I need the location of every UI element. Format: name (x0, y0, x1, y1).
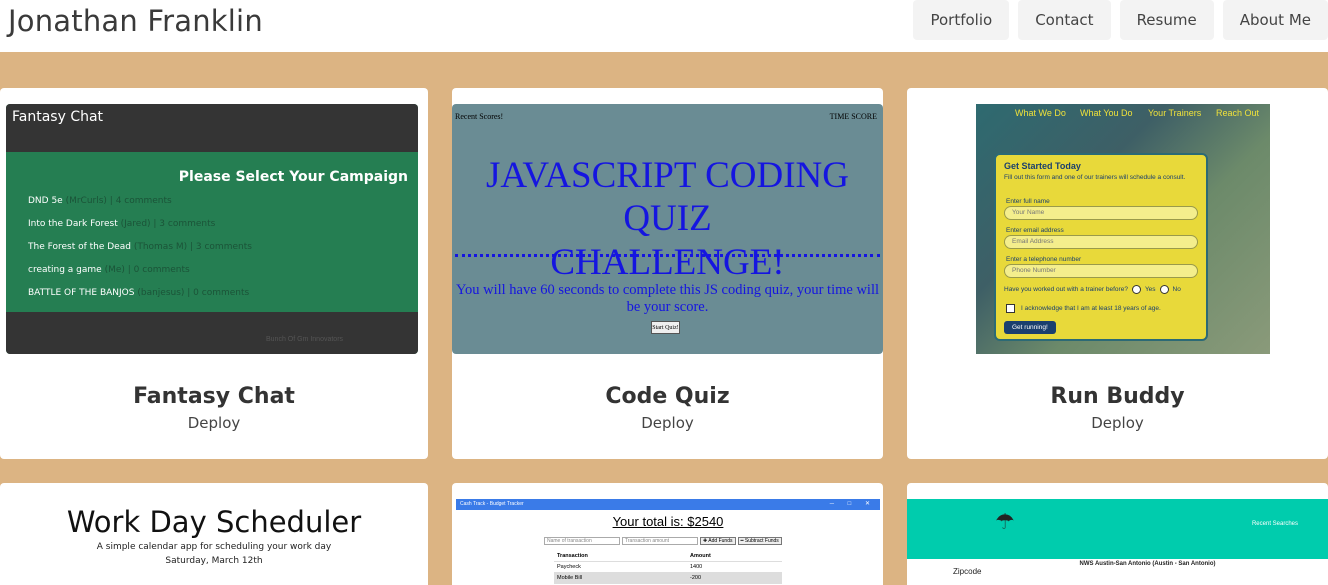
fantasy-chat-footer: Bunch Of Gm Innovators (6, 312, 418, 354)
main-nav: Portfolio Contact Resume About Me (913, 0, 1328, 40)
deploy-link-text[interactable]: Deploy (188, 414, 241, 432)
table-row: Paycheck 1400 (554, 562, 782, 573)
radio-no (1159, 285, 1169, 294)
campaign-list: DND 5e (MrCurls) | 4 comments Into the D… (28, 196, 252, 311)
scheduler-date: Saturday, March 12th (165, 556, 263, 566)
transaction-name-field: Name of transaction (544, 537, 620, 545)
nav-resume-button[interactable]: Resume (1119, 0, 1214, 40)
deploy-link-text[interactable]: Deploy (1091, 414, 1144, 432)
phone-field: Phone Number (1004, 264, 1198, 278)
fantasy-chat-app-title: Fantasy Chat (12, 109, 104, 125)
quiz-description: You will have 60 seconds to complete thi… (455, 282, 880, 315)
weather-screenshot[interactable]: ☂ Recent Searches NWS Austin-San Antonio… (907, 499, 1328, 585)
fantasy-chat-topbar: Fantasy Chat (6, 104, 418, 152)
zipcode-label: Zipcode (953, 567, 982, 576)
get-running-button: Get running! (1004, 321, 1056, 334)
project-title: Fantasy Chat (133, 384, 295, 409)
email-field: Email Address (1004, 235, 1198, 249)
time-score-label: TIME SCORE (829, 112, 877, 121)
list-item: DND 5e (MrCurls) | 4 comments (28, 196, 172, 206)
age-checkbox-row: I acknowledge that I am at least 18 year… (1006, 304, 1161, 313)
project-card-fantasy-chat: Fantasy Chat Please Select Your Campaign… (0, 88, 428, 459)
deploy-link: Deploy (0, 414, 428, 432)
radio-yes (1131, 285, 1141, 294)
deploy-link-text[interactable]: Deploy (641, 414, 694, 432)
list-item: The Forest of the Dead (Thomas M) | 3 co… (28, 242, 252, 252)
run-buddy-screenshot[interactable]: What We Do What You Do Your Trainers Rea… (976, 104, 1270, 354)
deploy-link: Deploy (452, 414, 883, 432)
fantasy-chat-footer-text: Bunch Of Gm Innovators (266, 336, 344, 343)
email-label: Enter email address (1006, 227, 1064, 234)
list-item: Into the Dark Forest (Jared) | 3 comment… (28, 219, 216, 229)
transactions-table: Transaction Amount Paycheck 1400 Mobile … (554, 551, 782, 584)
table-row: Mobile Bill -200 (554, 573, 782, 584)
list-item: BATTLE OF THE BANJOS (banjesus) | 0 comm… (28, 288, 250, 298)
budget-tracker-screenshot[interactable]: Cash Track - Budget Tracker ─ □ ✕ Your t… (456, 499, 880, 585)
run-buddy-form: Get Started Today Fill out this form and… (994, 153, 1208, 341)
list-item: creating a game (Me) | 0 comments (28, 265, 190, 275)
nav-contact-button[interactable]: Contact (1018, 0, 1111, 40)
form-subtitle: Fill out this form and one of our traine… (1004, 174, 1186, 181)
quiz-headline: JAVASCRIPT CODING QUIZ CHALLENGE! (486, 155, 849, 283)
project-card-work-day-scheduler: Work Day Scheduler A simple calendar app… (0, 483, 428, 585)
browser-titlebar: Cash Track - Budget Tracker ─ □ ✕ (456, 499, 880, 510)
site-header: Jonathan Franklin Portfolio Contact Resu… (0, 0, 1328, 52)
trainer-question: Have you worked out with a trainer befor… (1004, 285, 1181, 294)
nav-about-me-button[interactable]: About Me (1222, 0, 1328, 40)
rb-nav-item: Your Trainers (1148, 108, 1202, 118)
dotted-divider (455, 254, 880, 257)
project-title: Run Buddy (1050, 384, 1185, 409)
subtract-funds-button: ━ Subtract Funds (737, 537, 782, 545)
name-field: Your Name (1004, 206, 1198, 220)
budget-total: Your total is: $2540 (612, 514, 724, 529)
recent-searches-label: Recent Searches (1251, 521, 1298, 527)
project-card-weather: ☂ Recent Searches NWS Austin-San Antonio… (907, 483, 1328, 585)
window-controls-icon: ─ □ ✕ (829, 501, 876, 507)
scheduler-title[interactable]: Work Day Scheduler (0, 505, 428, 539)
fantasy-chat-campaign-panel: Please Select Your Campaign DND 5e (MrCu… (6, 152, 418, 312)
transaction-amount-field: Transaction amount (622, 537, 698, 545)
project-title: Code Quiz (605, 384, 730, 409)
weather-header: ☂ Recent Searches (907, 499, 1328, 559)
rb-nav-item: What We Do (1015, 108, 1066, 118)
project-card-code-quiz: Recent Scores! TIME SCORE JAVASCRIPT COD… (452, 88, 883, 459)
scheduler-subtitle: A simple calendar app for scheduling you… (96, 542, 332, 552)
fantasy-chat-screenshot[interactable]: Fantasy Chat Please Select Your Campaign… (6, 104, 418, 354)
deploy-link: Deploy (907, 414, 1328, 432)
nav-portfolio-button[interactable]: Portfolio (913, 0, 1010, 40)
code-quiz-screenshot[interactable]: Recent Scores! TIME SCORE JAVASCRIPT COD… (452, 104, 883, 354)
phone-label: Enter a telephone number (1006, 256, 1082, 263)
project-card-budget-tracker: Cash Track - Budget Tracker ─ □ ✕ Your t… (452, 483, 883, 585)
fantasy-chat-heading: Please Select Your Campaign (178, 169, 408, 185)
recent-scores-label: Recent Scores! (455, 112, 504, 121)
rb-nav-item: Reach Out (1216, 108, 1260, 118)
start-quiz-button: Start Quiz! (651, 321, 680, 334)
umbrella-icon: ☂ (995, 509, 1015, 534)
age-checkbox (1006, 304, 1015, 313)
rb-nav-item: What You Do (1080, 108, 1133, 118)
form-title: Get Started Today (1004, 161, 1081, 171)
titlebar-text: Cash Track - Budget Tracker (460, 501, 524, 507)
transaction-form: Name of transaction Transaction amount ✚… (544, 537, 782, 545)
table-header: Transaction Amount (554, 551, 782, 562)
add-funds-button: ✚ Add Funds (700, 537, 736, 545)
project-card-run-buddy: What We Do What You Do Your Trainers Rea… (907, 88, 1328, 459)
name-label: Enter full name (1006, 198, 1050, 205)
site-title: Jonathan Franklin (8, 4, 263, 38)
